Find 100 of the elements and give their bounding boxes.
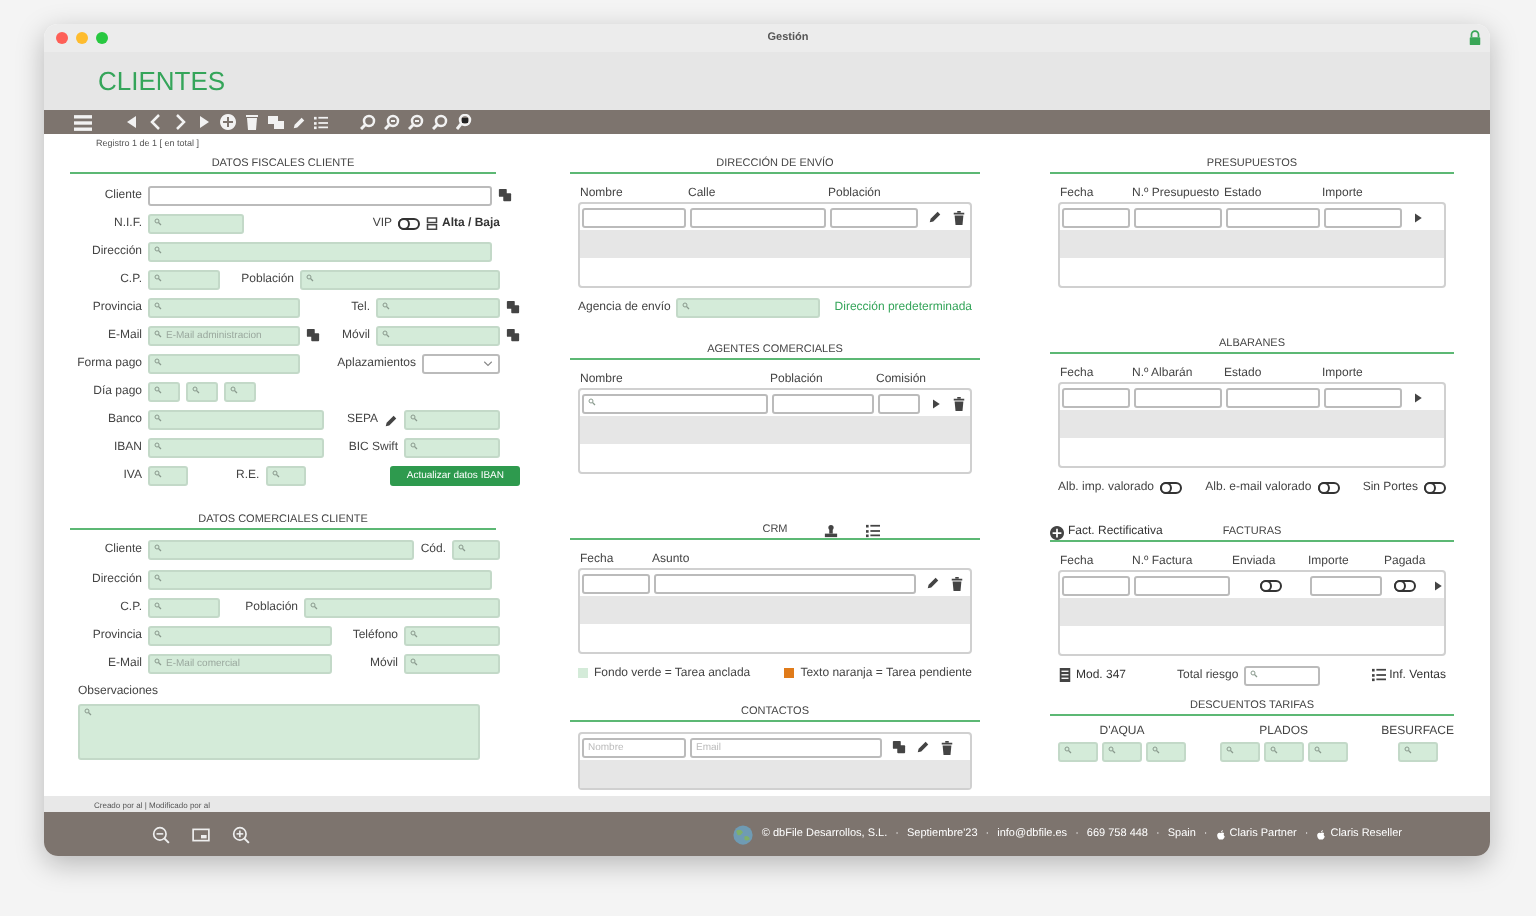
play-icon[interactable] [930,397,942,409]
next-icon[interactable] [172,114,188,130]
input-field[interactable] [1058,742,1098,762]
input-field[interactable] [1263,742,1304,762]
toggle-switch[interactable] [1393,579,1415,591]
input-field[interactable] [148,297,300,318]
play-icon[interactable] [1412,391,1424,403]
search-icon[interactable] [384,114,400,130]
play-icon[interactable] [1412,211,1424,223]
input-field[interactable] [148,410,324,431]
input-field[interactable] [148,569,492,590]
menu-icon[interactable] [74,113,92,131]
input-field[interactable] [1146,742,1186,762]
input-field[interactable] [1307,742,1348,762]
input-field[interactable] [1062,207,1130,227]
pencil-icon[interactable] [926,576,940,590]
zoom-out-icon[interactable] [152,825,170,843]
input-field[interactable] [878,393,920,413]
input-field[interactable] [300,269,500,290]
input-field[interactable] [1219,742,1260,762]
input-field[interactable] [148,540,414,561]
input-field[interactable] [1134,575,1230,595]
input-field[interactable] [1134,387,1222,407]
input-field[interactable] [148,213,244,234]
input-field[interactable] [1062,575,1130,595]
input-field[interactable] [404,625,500,646]
input-field[interactable] [772,393,874,413]
search-icon[interactable] [360,114,376,130]
stamp-icon[interactable] [824,523,838,537]
list-icon[interactable] [866,523,880,537]
play-icon[interactable] [1432,579,1444,591]
input-field[interactable] [582,393,768,413]
close-button[interactable] [56,32,68,44]
input-field[interactable] [376,297,500,318]
input-field[interactable] [830,207,918,227]
toggle-switch[interactable] [1424,481,1446,493]
pencil-icon[interactable] [292,115,306,129]
search-icon[interactable] [432,114,448,130]
toggle-switch[interactable] [1259,579,1281,591]
dropdown[interactable] [422,354,500,375]
duplicate-icon[interactable] [268,114,284,130]
input-field[interactable] [690,207,826,227]
input-field[interactable] [404,410,500,431]
input-field[interactable] [148,625,332,646]
input-field[interactable] [148,354,300,375]
copy-icon[interactable] [498,188,512,202]
toggle-switch[interactable] [1160,481,1183,493]
input-field[interactable] [1134,207,1222,227]
toggle-switch[interactable] [397,217,420,230]
input-field[interactable] [376,325,500,346]
input-field[interactable] [1226,207,1320,227]
input-field[interactable] [1324,207,1402,227]
input-field[interactable] [1324,387,1402,407]
input-field[interactable] [148,438,324,459]
pen-icon[interactable] [384,413,398,428]
input-field[interactable] [148,185,492,205]
trash-icon[interactable] [950,575,964,591]
notes-field[interactable] [78,704,480,761]
zoom-in-icon[interactable] [232,825,250,843]
input-field[interactable] [582,573,650,593]
input-field[interactable] [265,466,306,487]
input-field[interactable] [404,438,500,459]
find-icon[interactable] [456,114,472,130]
input-field[interactable] [148,466,188,487]
input-field[interactable] [1244,665,1321,685]
input-field[interactable] [148,269,220,290]
trash-icon[interactable] [940,739,954,755]
input-field[interactable] [1310,575,1382,595]
input-field[interactable] [654,573,916,593]
input-field[interactable] [1102,742,1142,762]
last-record-icon[interactable] [196,114,212,130]
input-field[interactable] [148,241,492,262]
input-field[interactable] [1226,387,1320,407]
pencil-icon[interactable] [916,740,930,754]
input-field[interactable] [148,597,220,618]
screen-icon[interactable] [192,825,210,843]
input-field[interactable] [582,207,686,227]
input-field[interactable] [404,653,500,674]
pencil-icon[interactable] [928,210,942,224]
input-field[interactable] [148,382,180,403]
input-field[interactable] [452,540,500,561]
copy-icon[interactable] [892,740,906,754]
zoom-button[interactable] [96,32,108,44]
minimize-button[interactable] [76,32,88,44]
input-field[interactable] [224,382,256,403]
copy-icon[interactable] [306,328,320,343]
trash-icon[interactable] [952,395,966,411]
trash-icon[interactable] [244,114,260,130]
input-field[interactable] [304,597,500,618]
toggle-switch[interactable] [1317,481,1340,493]
input-field[interactable] [186,382,218,403]
input-field[interactable] [1062,387,1130,407]
previous-icon[interactable] [148,114,164,130]
search-icon[interactable] [408,114,424,130]
add-icon[interactable] [220,114,236,130]
input-field[interactable] [1397,742,1438,762]
first-record-icon[interactable] [124,114,140,130]
list-icon[interactable] [314,115,328,129]
trash-icon[interactable] [952,209,966,225]
input-field[interactable] [676,297,821,317]
